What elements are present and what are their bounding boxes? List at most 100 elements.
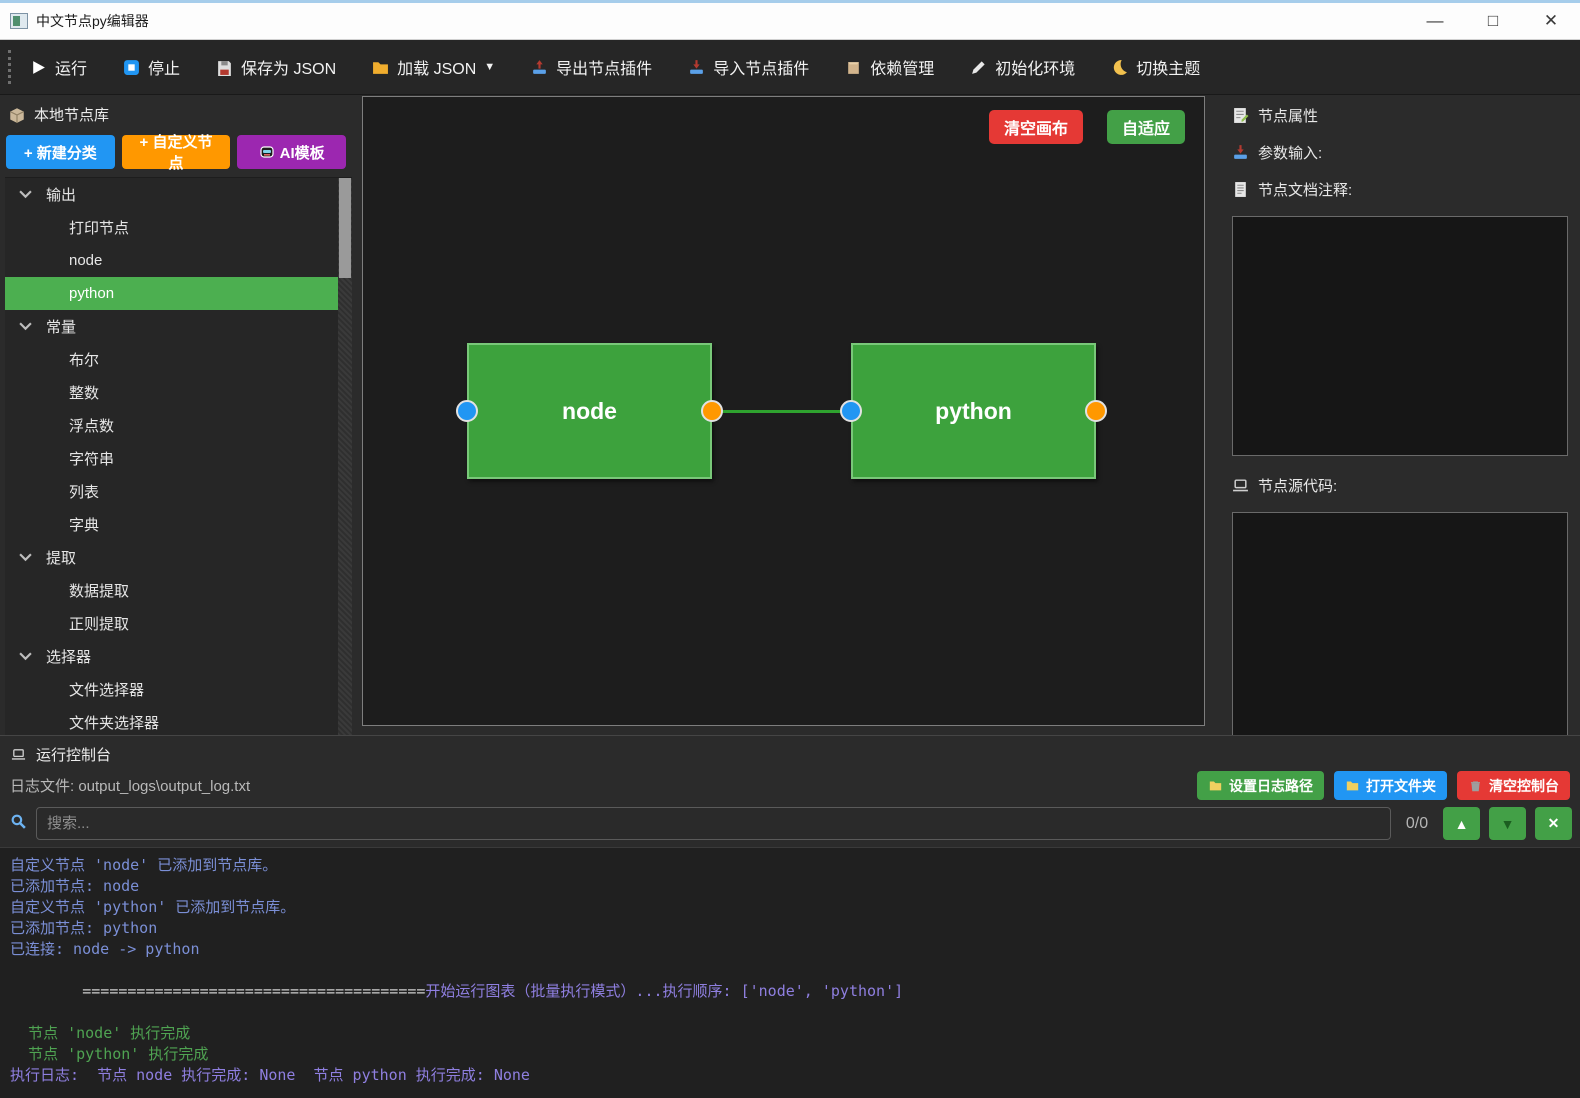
node-library-header: 本地节点库 bbox=[0, 95, 352, 131]
close-button[interactable]: ✕ bbox=[1522, 3, 1580, 39]
stop-icon bbox=[124, 59, 139, 75]
search-close-button[interactable]: ✕ bbox=[1535, 807, 1572, 840]
log-line: 已添加节点: node bbox=[10, 876, 1570, 897]
export-plugin-button[interactable]: 导出节点插件 bbox=[531, 55, 652, 79]
log-line: 执行日志: 节点 node 执行完成: None 节点 python 执行完成:… bbox=[10, 1065, 1570, 1086]
clear-console-button[interactable]: 清空控制台 bbox=[1457, 771, 1570, 800]
search-next-button[interactable]: ▼ bbox=[1489, 807, 1526, 840]
play-icon bbox=[33, 60, 45, 74]
doc-comment-label: 节点文档注释: bbox=[1232, 179, 1568, 200]
tree-scrollbar[interactable] bbox=[338, 178, 352, 735]
output-port[interactable] bbox=[1085, 400, 1107, 422]
save-json-button[interactable]: 保存为 JSON bbox=[216, 55, 336, 79]
load-json-button[interactable]: 加载 JSON ▼ bbox=[372, 55, 495, 79]
moon-icon bbox=[1114, 59, 1128, 75]
output-port[interactable] bbox=[701, 400, 723, 422]
log-line: 节点 'python' 执行完成 bbox=[10, 1044, 1570, 1065]
tree-category-constants[interactable]: 常量 bbox=[5, 310, 352, 343]
log-file-path: 日志文件: output_logs\output_log.txt bbox=[10, 778, 251, 795]
notepad-icon bbox=[1234, 108, 1249, 123]
graph-node-python[interactable]: python bbox=[840, 343, 1107, 479]
clear-canvas-button[interactable]: 清空画布 bbox=[988, 110, 1083, 144]
search-input[interactable] bbox=[36, 807, 1391, 840]
tree-item-print-node[interactable]: 打印节点 bbox=[5, 211, 352, 244]
toolbar: 运行 停止 保存为 JSON 加载 JSON ▼ 导出节点插件 导入节点插件 依… bbox=[0, 40, 1580, 95]
init-env-button[interactable]: 初始化环境 bbox=[970, 55, 1075, 79]
tree-item-data-extract[interactable]: 数据提取 bbox=[5, 574, 352, 607]
tree-category-extract[interactable]: 提取 bbox=[5, 541, 352, 574]
chevron-down-icon bbox=[19, 652, 32, 661]
titlebar: 中文节点py编辑器 — □ ✕ bbox=[0, 0, 1580, 40]
fit-view-button[interactable]: 自适应 bbox=[1106, 110, 1185, 144]
tree-item-node[interactable]: node bbox=[5, 244, 352, 277]
log-segment: 自定义节点 'python' 已添加到节点库。 bbox=[10, 898, 296, 916]
node-properties-panel: 节点属性 参数输入: 节点文档注释: 节点源代码: bbox=[1218, 95, 1580, 752]
source-code-textarea[interactable] bbox=[1232, 512, 1568, 752]
log-segment: 自定义节点 'node' 已添加到节点库。 bbox=[10, 856, 278, 874]
node-label: python bbox=[935, 397, 1012, 424]
tree-category-output[interactable]: 输出 bbox=[5, 178, 352, 211]
tree-category-selector[interactable]: 选择器 bbox=[5, 640, 352, 673]
toolbar-drag-handle[interactable] bbox=[8, 50, 11, 84]
stop-button[interactable]: 停止 bbox=[123, 55, 180, 79]
node-tree: 输出 打印节点 node python 常量 布尔 整数 浮点数 字符串 列表 … bbox=[5, 177, 352, 735]
chevron-down-icon bbox=[19, 553, 32, 562]
laptop-icon bbox=[1233, 479, 1248, 492]
maximize-button[interactable]: □ bbox=[1464, 3, 1522, 39]
search-icon bbox=[10, 813, 27, 835]
input-port[interactable] bbox=[456, 400, 478, 422]
save-icon bbox=[218, 60, 231, 76]
tree-item-folder-selector[interactable]: 文件夹选择器 bbox=[5, 706, 352, 735]
tree-item-int[interactable]: 整数 bbox=[5, 376, 352, 409]
dependency-button[interactable]: 依赖管理 bbox=[845, 55, 934, 79]
minimize-button[interactable]: — bbox=[1406, 3, 1464, 39]
import-plugin-button[interactable]: 导入节点插件 bbox=[688, 55, 809, 79]
log-line: ======================================运行… bbox=[10, 1086, 1570, 1098]
toggle-theme-button[interactable]: 切换主题 bbox=[1111, 55, 1200, 79]
log-line: 已连接: node -> python bbox=[10, 939, 1570, 960]
app-window: 中文节点py编辑器 — □ ✕ 运行 停止 保存为 JSON 加载 JSON ▼ bbox=[0, 0, 1580, 1098]
log-line: 已添加节点: python bbox=[10, 918, 1570, 939]
new-category-button[interactable]: + 新建分类 bbox=[6, 135, 115, 169]
input-port[interactable] bbox=[840, 400, 862, 422]
node-label: node bbox=[562, 397, 617, 424]
node-canvas[interactable]: 清空画布 自适应 node python bbox=[362, 96, 1205, 726]
search-prev-button[interactable]: ▲ bbox=[1443, 807, 1480, 840]
laptop-icon bbox=[11, 749, 26, 760]
log-line: ======================================开始… bbox=[10, 960, 1570, 1023]
console-subheader: 日志文件: output_logs\output_log.txt 设置日志路径 … bbox=[0, 769, 1580, 807]
run-button[interactable]: 运行 bbox=[30, 55, 87, 79]
tree-item-string[interactable]: 字符串 bbox=[5, 442, 352, 475]
log-segment: 节点 'node' 执行完成 bbox=[10, 1024, 191, 1042]
open-folder-button[interactable]: 打开文件夹 bbox=[1334, 771, 1447, 800]
tree-item-dict[interactable]: 字典 bbox=[5, 508, 352, 541]
tree-item-regex-extract[interactable]: 正则提取 bbox=[5, 607, 352, 640]
tree-item-file-selector[interactable]: 文件选择器 bbox=[5, 673, 352, 706]
tree-item-python-selected[interactable]: python bbox=[5, 277, 352, 310]
package-icon bbox=[848, 61, 860, 74]
log-segment: 开始运行图表（批量执行模式）...执行顺序: ['node', 'python'… bbox=[425, 982, 904, 1000]
tree-scrollbar-thumb[interactable] bbox=[339, 178, 351, 278]
tree-item-list[interactable]: 列表 bbox=[5, 475, 352, 508]
graph-node-node[interactable]: node bbox=[456, 343, 723, 479]
log-segment: 节点 'python' 执行完成 bbox=[10, 1045, 209, 1063]
chevron-down-icon bbox=[19, 190, 32, 199]
canvas-wrap: 清空画布 自适应 node python bbox=[352, 95, 1218, 735]
doc-comment-textarea[interactable] bbox=[1232, 216, 1568, 456]
tree-item-float[interactable]: 浮点数 bbox=[5, 409, 352, 442]
node-library-panel: 本地节点库 + 新建分类 + 自定义节点 AI模板 输出 打印节点 node p… bbox=[0, 95, 352, 735]
app-icon bbox=[10, 13, 28, 29]
console-log[interactable]: 自定义节点 'node' 已添加到节点库。 已添加节点: node 自定义节点 … bbox=[0, 847, 1580, 1098]
ai-template-button[interactable]: AI模板 bbox=[237, 135, 347, 169]
node-properties-header: 节点属性 bbox=[1232, 105, 1568, 126]
tree-item-bool[interactable]: 布尔 bbox=[5, 343, 352, 376]
log-segment: 已添加节点: node bbox=[10, 877, 140, 895]
source-code-label: 节点源代码: bbox=[1232, 475, 1568, 496]
main-area: 本地节点库 + 新建分类 + 自定义节点 AI模板 输出 打印节点 node p… bbox=[0, 95, 1580, 752]
set-log-path-button[interactable]: 设置日志路径 bbox=[1197, 771, 1324, 800]
log-segment: 执行日志: 节点 node 执行完成: None 节点 python 执行完成:… bbox=[10, 1066, 530, 1084]
console-buttons: 设置日志路径 打开文件夹 清空控制台 bbox=[1197, 771, 1570, 800]
custom-node-button[interactable]: + 自定义节点 bbox=[121, 134, 231, 172]
export-icon bbox=[533, 59, 547, 74]
library-buttons: + 新建分类 + 自定义节点 AI模板 bbox=[0, 131, 352, 177]
